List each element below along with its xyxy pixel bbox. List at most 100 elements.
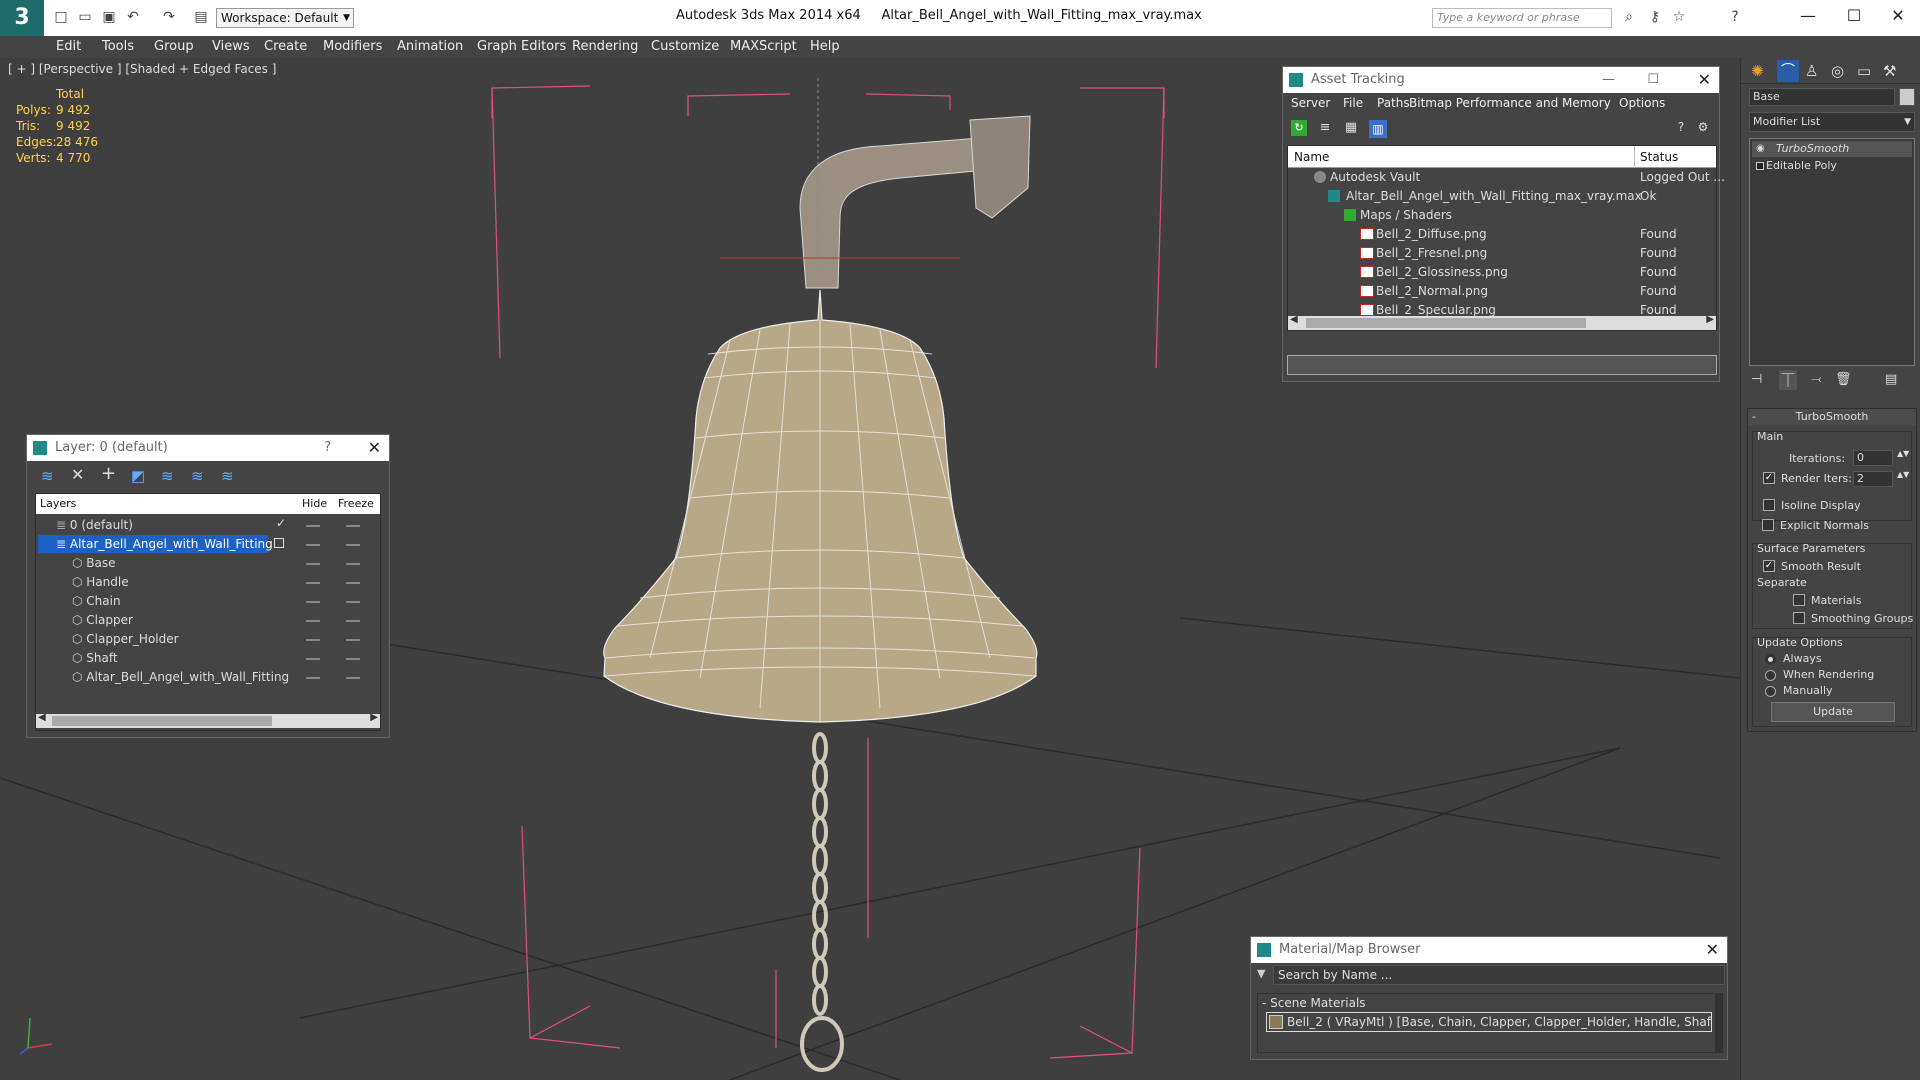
at-menu-paths[interactable]: Paths: [1377, 96, 1410, 110]
project-folder-icon[interactable]: ▤: [192, 8, 210, 26]
help-icon[interactable]: ?: [1673, 120, 1689, 136]
hide-toggle[interactable]: [306, 658, 320, 660]
current-layer-toggle[interactable]: [274, 538, 284, 548]
material-search-input[interactable]: Search by Name ...: [1273, 965, 1725, 985]
show-end-result-icon[interactable]: ⏉: [1779, 370, 1797, 390]
layer-row-selected[interactable]: ≣ Altar_Bell_Angel_with_Wall_Fitting: [38, 535, 273, 553]
object-row-chain[interactable]: ⬡ Chain: [72, 592, 121, 610]
object-row-handle[interactable]: ⬡ Handle: [72, 573, 129, 591]
freeze-all-icon[interactable]: ≋: [221, 467, 234, 485]
list-view-icon[interactable]: ≡: [1317, 120, 1333, 136]
hide-toggle[interactable]: [306, 582, 320, 584]
asset-path-field[interactable]: [1287, 355, 1717, 375]
scroll-left-icon[interactable]: ◀: [38, 712, 46, 723]
undo-icon[interactable]: ↶: [124, 8, 142, 26]
hide-toggle[interactable]: [306, 563, 320, 565]
hierarchy-tab-icon[interactable]: ♙: [1805, 62, 1818, 80]
open-file-icon[interactable]: ▭: [76, 8, 94, 26]
asset-row[interactable]: Bell_2_Diffuse.png Found: [1288, 225, 1716, 244]
maximize-button[interactable]: ☐: [1836, 4, 1872, 28]
close-button[interactable]: ✕: [1880, 4, 1916, 28]
freeze-toggle[interactable]: [346, 620, 360, 622]
modify-tab-icon[interactable]: ⌒: [1777, 60, 1799, 82]
maximize-icon[interactable]: ☐: [1647, 67, 1659, 93]
minimize-icon[interactable]: —: [1602, 67, 1615, 93]
hide-all-icon[interactable]: ≋: [191, 467, 204, 485]
menu-group[interactable]: Group: [154, 39, 194, 54]
make-unique-icon[interactable]: ⤙: [1811, 372, 1821, 387]
at-menu-file[interactable]: File: [1343, 96, 1363, 110]
close-icon[interactable]: ✕: [368, 435, 381, 461]
col-layers[interactable]: Layers: [40, 497, 76, 510]
material-vertical-scrollbar[interactable]: [1715, 993, 1723, 1053]
render-iters-spinner[interactable]: 2: [1853, 471, 1893, 487]
configure-sets-icon[interactable]: ▤: [1885, 372, 1897, 387]
always-radio[interactable]: [1765, 654, 1776, 665]
bulb-icon[interactable]: ◉: [1756, 141, 1765, 157]
freeze-toggle[interactable]: [346, 582, 360, 584]
menu-customize[interactable]: Customize: [651, 39, 719, 54]
display-tab-icon[interactable]: ▭: [1857, 62, 1871, 80]
delete-layer-icon[interactable]: ✕: [71, 465, 84, 484]
when-rendering-radio[interactable]: [1765, 670, 1776, 681]
at-menu-server[interactable]: Server: [1291, 96, 1330, 110]
create-tab-icon[interactable]: ✺: [1751, 62, 1764, 80]
spinner-arrows-icon[interactable]: ▲▼: [1897, 470, 1909, 479]
menu-graph-editors[interactable]: Graph Editors: [477, 39, 566, 54]
stack-item-editable-poly[interactable]: Editable Poly: [1752, 158, 1912, 174]
refresh-icon[interactable]: ↻: [1291, 120, 1307, 136]
hide-toggle[interactable]: [306, 677, 320, 679]
object-row-clapper-holder[interactable]: ⬡ Clapper_Holder: [72, 630, 179, 648]
create-layer-icon[interactable]: ≋: [41, 467, 54, 485]
scrollbar-thumb[interactable]: [1306, 318, 1586, 328]
object-row-clapper[interactable]: ⬡ Clapper: [72, 611, 133, 629]
scroll-right-icon[interactable]: ▶: [370, 712, 378, 723]
remove-modifier-icon[interactable]: 🗑: [1835, 372, 1852, 387]
settings-icon[interactable]: ⚙: [1695, 120, 1711, 136]
spinner-arrows-icon[interactable]: ▲▼: [1897, 449, 1909, 458]
search-input[interactable]: Type a keyword or phrase: [1432, 8, 1612, 28]
close-icon[interactable]: ✕: [1698, 67, 1711, 93]
scene-materials-header[interactable]: - Scene Materials: [1262, 996, 1366, 1010]
object-color-swatch[interactable]: [1899, 88, 1915, 106]
viewport-label[interactable]: [ + ] [Perspective ] [Shaded + Edged Fac…: [8, 62, 276, 76]
freeze-toggle[interactable]: [346, 544, 360, 546]
minimize-button[interactable]: —: [1790, 4, 1826, 28]
scrollbar-thumb[interactable]: [52, 716, 272, 726]
pin-stack-icon[interactable]: ⊣: [1751, 372, 1762, 387]
horizontal-scrollbar[interactable]: ◀ ▶: [1288, 314, 1716, 330]
menu-animation[interactable]: Animation: [397, 39, 463, 54]
at-menu-bitmap[interactable]: Bitmap Performance and Memory: [1409, 96, 1611, 110]
stack-item-turbosmooth[interactable]: ◉ TurboSmooth: [1752, 141, 1912, 157]
explicit-normals-checkbox[interactable]: [1762, 519, 1774, 531]
freeze-toggle[interactable]: [346, 639, 360, 641]
isoline-checkbox[interactable]: [1763, 499, 1775, 511]
expand-icon[interactable]: [1756, 162, 1764, 170]
active-layer-check-icon[interactable]: ✓: [276, 516, 286, 530]
menu-views[interactable]: Views: [212, 39, 250, 54]
asset-row[interactable]: Bell_2_Glossiness.png Found: [1288, 263, 1716, 282]
material-item[interactable]: Bell_2 ( VRayMtl ) [Base, Chain, Clapper…: [1266, 1012, 1712, 1032]
iterations-spinner[interactable]: 0: [1853, 450, 1893, 466]
redo-icon[interactable]: ↷: [160, 8, 178, 26]
thumbnail-view-icon[interactable]: ▦: [1343, 120, 1359, 136]
freeze-toggle[interactable]: [346, 601, 360, 603]
object-row-group[interactable]: ⬡ Altar_Bell_Angel_with_Wall_Fitting: [72, 668, 289, 686]
freeze-toggle[interactable]: [346, 677, 360, 679]
browser-options-icon[interactable]: ▼: [1257, 967, 1265, 980]
menu-edit[interactable]: Edit: [56, 39, 81, 54]
col-status[interactable]: Status: [1640, 150, 1678, 164]
object-name-field[interactable]: Base: [1749, 88, 1895, 106]
freeze-toggle[interactable]: [346, 525, 360, 527]
workspace-dropdown[interactable]: Workspace: Default ▼: [216, 8, 354, 28]
rollout-header[interactable]: - TurboSmooth: [1748, 409, 1916, 425]
hide-toggle[interactable]: [306, 525, 320, 527]
menu-tools[interactable]: Tools: [102, 39, 134, 54]
manually-radio[interactable]: [1765, 686, 1776, 697]
asset-row[interactable]: Maps / Shaders: [1288, 206, 1716, 225]
asset-row[interactable]: Autodesk Vault Logged Out ...: [1288, 168, 1725, 187]
help-button[interactable]: ?: [324, 435, 331, 461]
render-iters-checkbox[interactable]: ✓: [1763, 472, 1775, 484]
hide-toggle[interactable]: [306, 620, 320, 622]
col-name[interactable]: Name: [1294, 150, 1329, 164]
